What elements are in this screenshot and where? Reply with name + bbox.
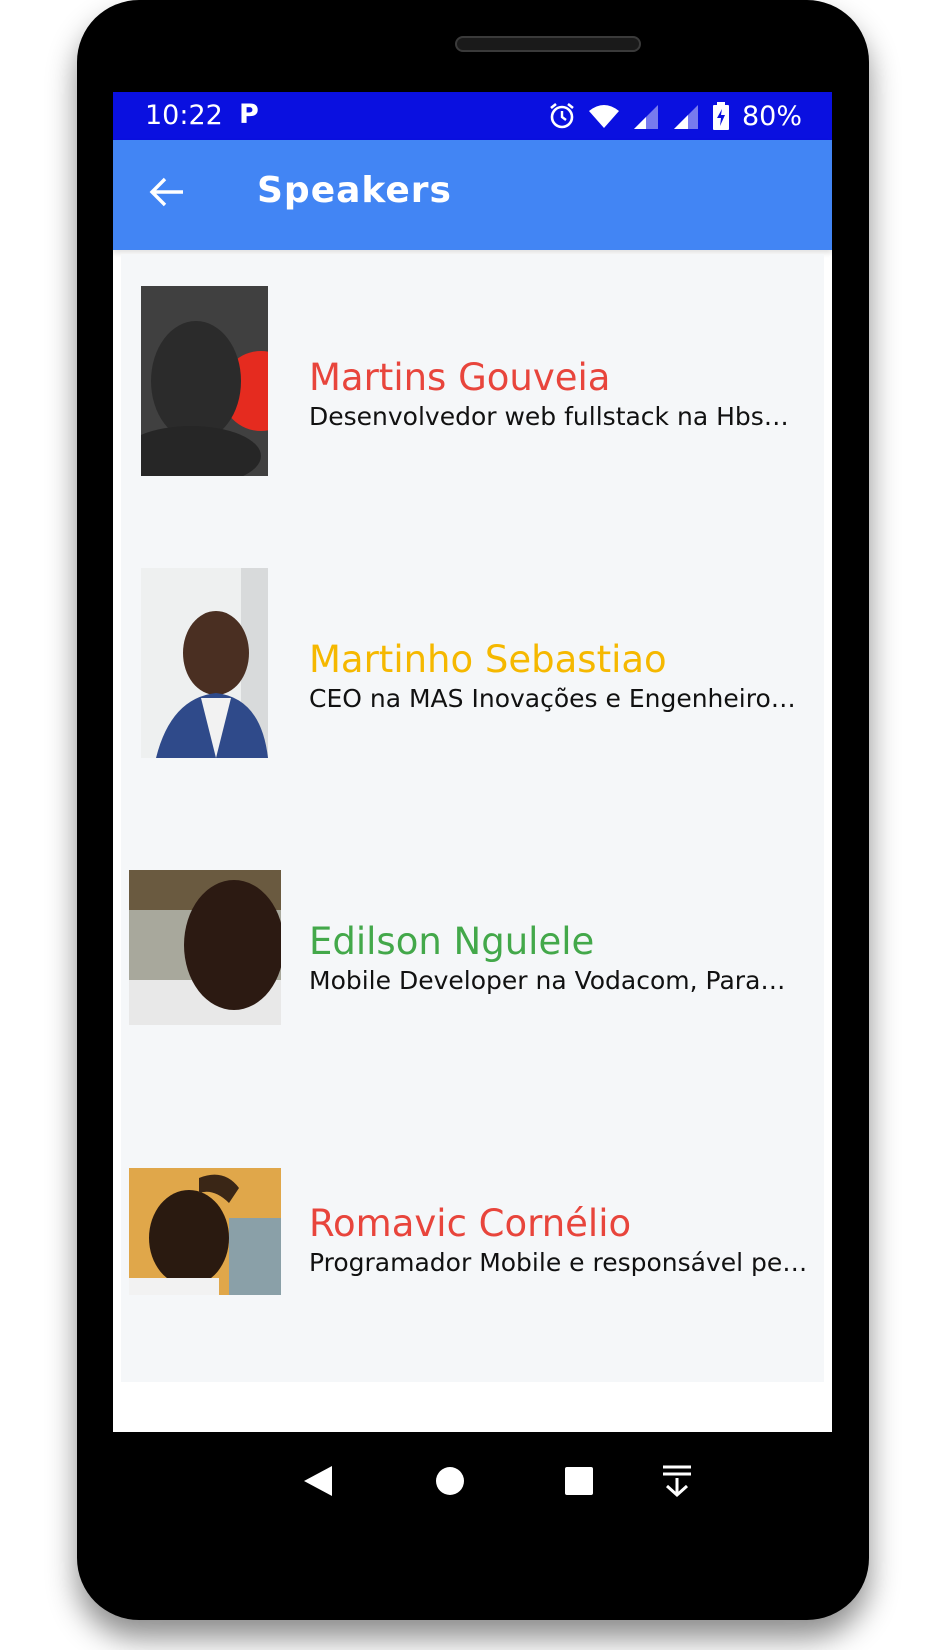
battery-icon — [712, 102, 730, 130]
screen: 10:22 P 80% Speakers Martins Gouveia Des… — [113, 92, 832, 1432]
home-circle-icon — [435, 1466, 465, 1500]
speaker-description: Mobile Developer na Vodacom, Para… — [309, 966, 786, 995]
system-nav-bar — [113, 1432, 832, 1532]
alarm-icon — [548, 102, 576, 130]
speaker-description: CEO na MAS Inovações e Engenheiro… — [309, 684, 796, 713]
notifications-pull-icon — [661, 1464, 693, 1502]
recents-square-icon — [564, 1466, 594, 1500]
nav-notifications-button[interactable] — [652, 1458, 702, 1508]
back-button[interactable] — [141, 168, 193, 220]
status-icons: 80% — [548, 98, 802, 134]
status-time: 10:22 — [145, 100, 223, 131]
speaker-photo — [141, 568, 268, 758]
speaker-card[interactable]: Martins Gouveia Desenvolvedor web fullst… — [121, 254, 824, 536]
speaker-name: Edilson Ngulele — [309, 920, 595, 963]
signal-icon — [672, 102, 700, 130]
wifi-icon — [588, 103, 620, 129]
speaker-card[interactable]: Edilson Ngulele Mobile Developer na Voda… — [121, 818, 824, 1100]
earpiece-speaker — [455, 36, 641, 52]
speaker-name: Martins Gouveia — [309, 356, 611, 399]
speaker-photo — [141, 286, 268, 476]
nav-back-button[interactable] — [293, 1458, 343, 1508]
signal-icon — [632, 102, 660, 130]
speaker-card[interactable]: Martinho Sebastiao CEO na MAS Inovações … — [121, 536, 824, 818]
back-triangle-icon — [302, 1464, 334, 1502]
speaker-name: Martinho Sebastiao — [309, 638, 667, 681]
speaker-photo — [129, 1168, 281, 1295]
parking-notification-icon: P — [239, 99, 259, 130]
speaker-photo — [129, 870, 281, 1025]
status-bar: 10:22 P 80% — [113, 92, 832, 140]
page-title: Speakers — [257, 170, 452, 211]
speaker-card[interactable]: Romavic Cornélio Programador Mobile e re… — [121, 1100, 824, 1382]
app-bar: Speakers — [113, 140, 832, 250]
nav-home-button[interactable] — [425, 1458, 475, 1508]
speaker-description: Desenvolvedor web fullstack na Hbsm… — [309, 402, 809, 431]
speaker-description: Programador Mobile e responsável pe… — [309, 1248, 808, 1277]
arrow-back-icon — [149, 176, 185, 212]
nav-recents-button[interactable] — [554, 1458, 604, 1508]
battery-percent: 80% — [741, 100, 802, 132]
speaker-name: Romavic Cornélio — [309, 1202, 632, 1245]
